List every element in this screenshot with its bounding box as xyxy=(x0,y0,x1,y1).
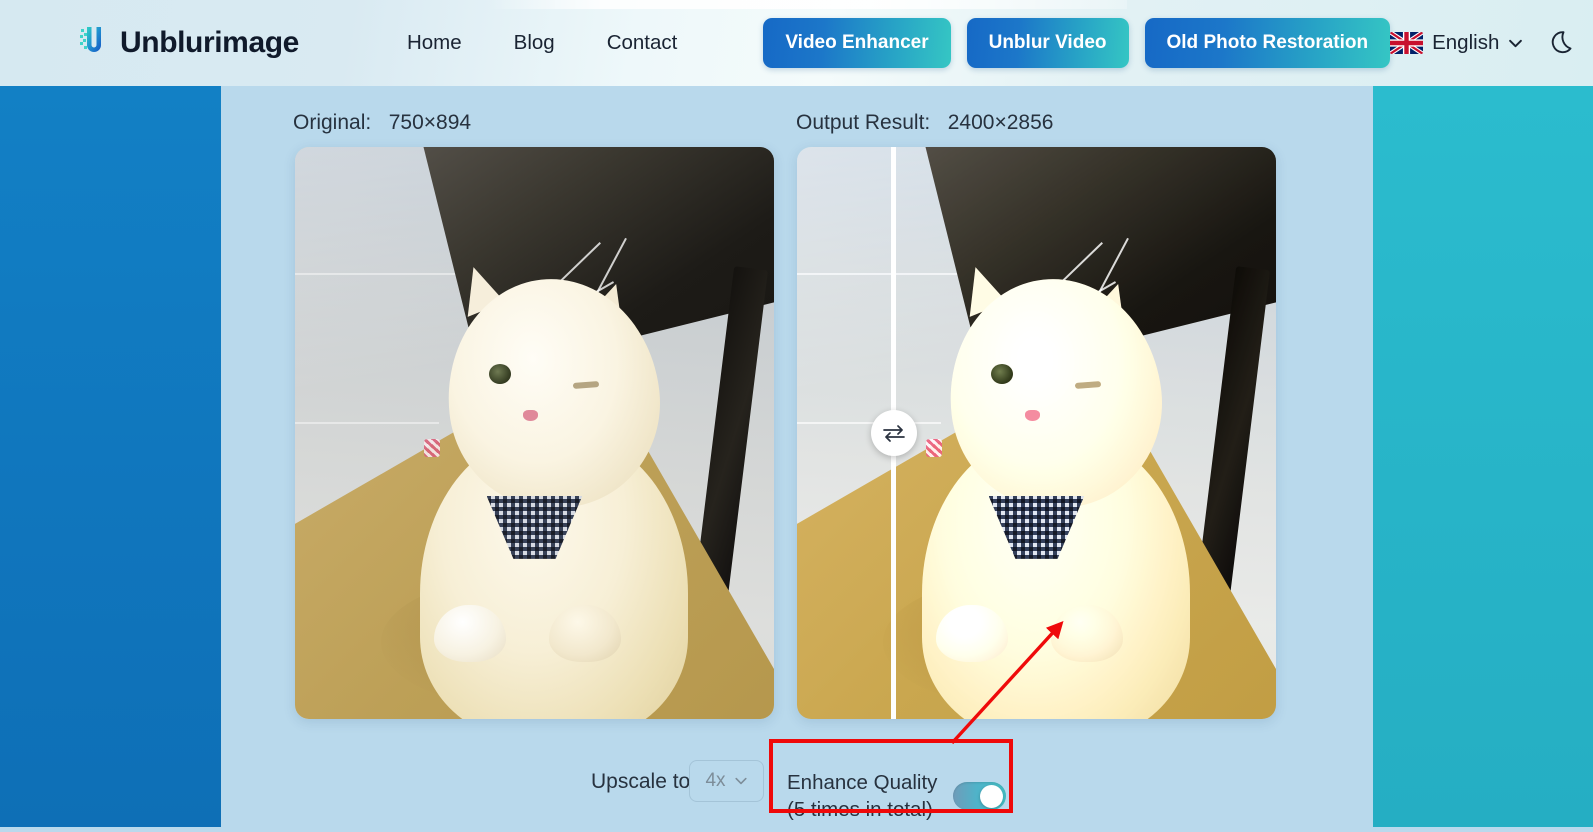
moon-icon[interactable] xyxy=(1551,29,1577,57)
controls-bar: Upscale to 4x Enhance Quality (5 times i… xyxy=(221,746,1373,827)
language-label: English xyxy=(1432,31,1500,54)
brand-name: Unblurimage xyxy=(120,26,299,59)
old-photo-restoration-button[interactable]: Old Photo Restoration xyxy=(1144,18,1391,68)
original-dimensions: 750×894 xyxy=(388,111,472,134)
navbar-right-group: English xyxy=(1390,29,1577,57)
chevron-down-icon xyxy=(734,777,747,785)
right-side-panel xyxy=(1373,86,1593,827)
upscale-value: 4x xyxy=(705,770,726,791)
navbar-sheen xyxy=(487,0,1127,9)
swap-arrows-icon xyxy=(882,425,905,442)
enhance-quality-text: Enhance Quality (5 times in total) xyxy=(787,769,937,823)
brand-logo[interactable]: Unblurimage xyxy=(78,23,299,63)
upscale-label: Upscale to xyxy=(591,770,691,793)
upscale-select[interactable]: 4x xyxy=(689,760,764,802)
comparison-workspace: Original: 750×894 Output Result: 2400×28… xyxy=(221,86,1373,827)
enhance-quality-control[interactable]: Enhance Quality (5 times in total) xyxy=(770,760,1013,832)
original-label: Original: 750×894 xyxy=(293,111,471,135)
original-image-panel[interactable] xyxy=(295,147,774,719)
enhance-quality-title: Enhance Quality xyxy=(787,770,938,794)
output-image-panel[interactable] xyxy=(797,147,1276,719)
original-label-text: Original: xyxy=(293,111,372,134)
unblur-video-button[interactable]: Unblur Video xyxy=(966,18,1129,68)
left-side-panel xyxy=(0,86,221,827)
unblurimage-u-logo-icon xyxy=(80,27,101,52)
chevron-down-icon xyxy=(1509,39,1523,47)
video-enhancer-button[interactable]: Video Enhancer xyxy=(763,18,951,68)
enhance-quality-subtitle: (5 times in total) xyxy=(787,798,933,821)
language-selector[interactable]: English xyxy=(1390,31,1523,55)
nav-link-home[interactable]: Home xyxy=(407,31,462,55)
enhance-quality-toggle[interactable] xyxy=(953,782,1007,810)
nav-link-contact[interactable]: Contact xyxy=(607,31,678,55)
output-label: Output Result: 2400×2856 xyxy=(796,111,1053,135)
nav-links: Home Blog Contact xyxy=(407,31,677,55)
output-dimensions: 2400×2856 xyxy=(947,111,1054,134)
toggle-knob xyxy=(980,784,1004,808)
output-label-text: Output Result: xyxy=(796,111,931,134)
uk-flag-icon xyxy=(1390,32,1424,54)
compare-slider-handle[interactable] xyxy=(870,410,917,456)
top-navbar: Unblurimage Home Blog Contact Video Enha… xyxy=(0,0,1593,86)
panel-labels-row: Original: 750×894 Output Result: 2400×28… xyxy=(221,111,1373,141)
enhanced-kitten-image xyxy=(797,147,1276,719)
original-kitten-image xyxy=(295,147,774,719)
nav-link-blog[interactable]: Blog xyxy=(514,31,555,55)
nav-cta-buttons: Video Enhancer Unblur Video Old Photo Re… xyxy=(763,18,1391,68)
